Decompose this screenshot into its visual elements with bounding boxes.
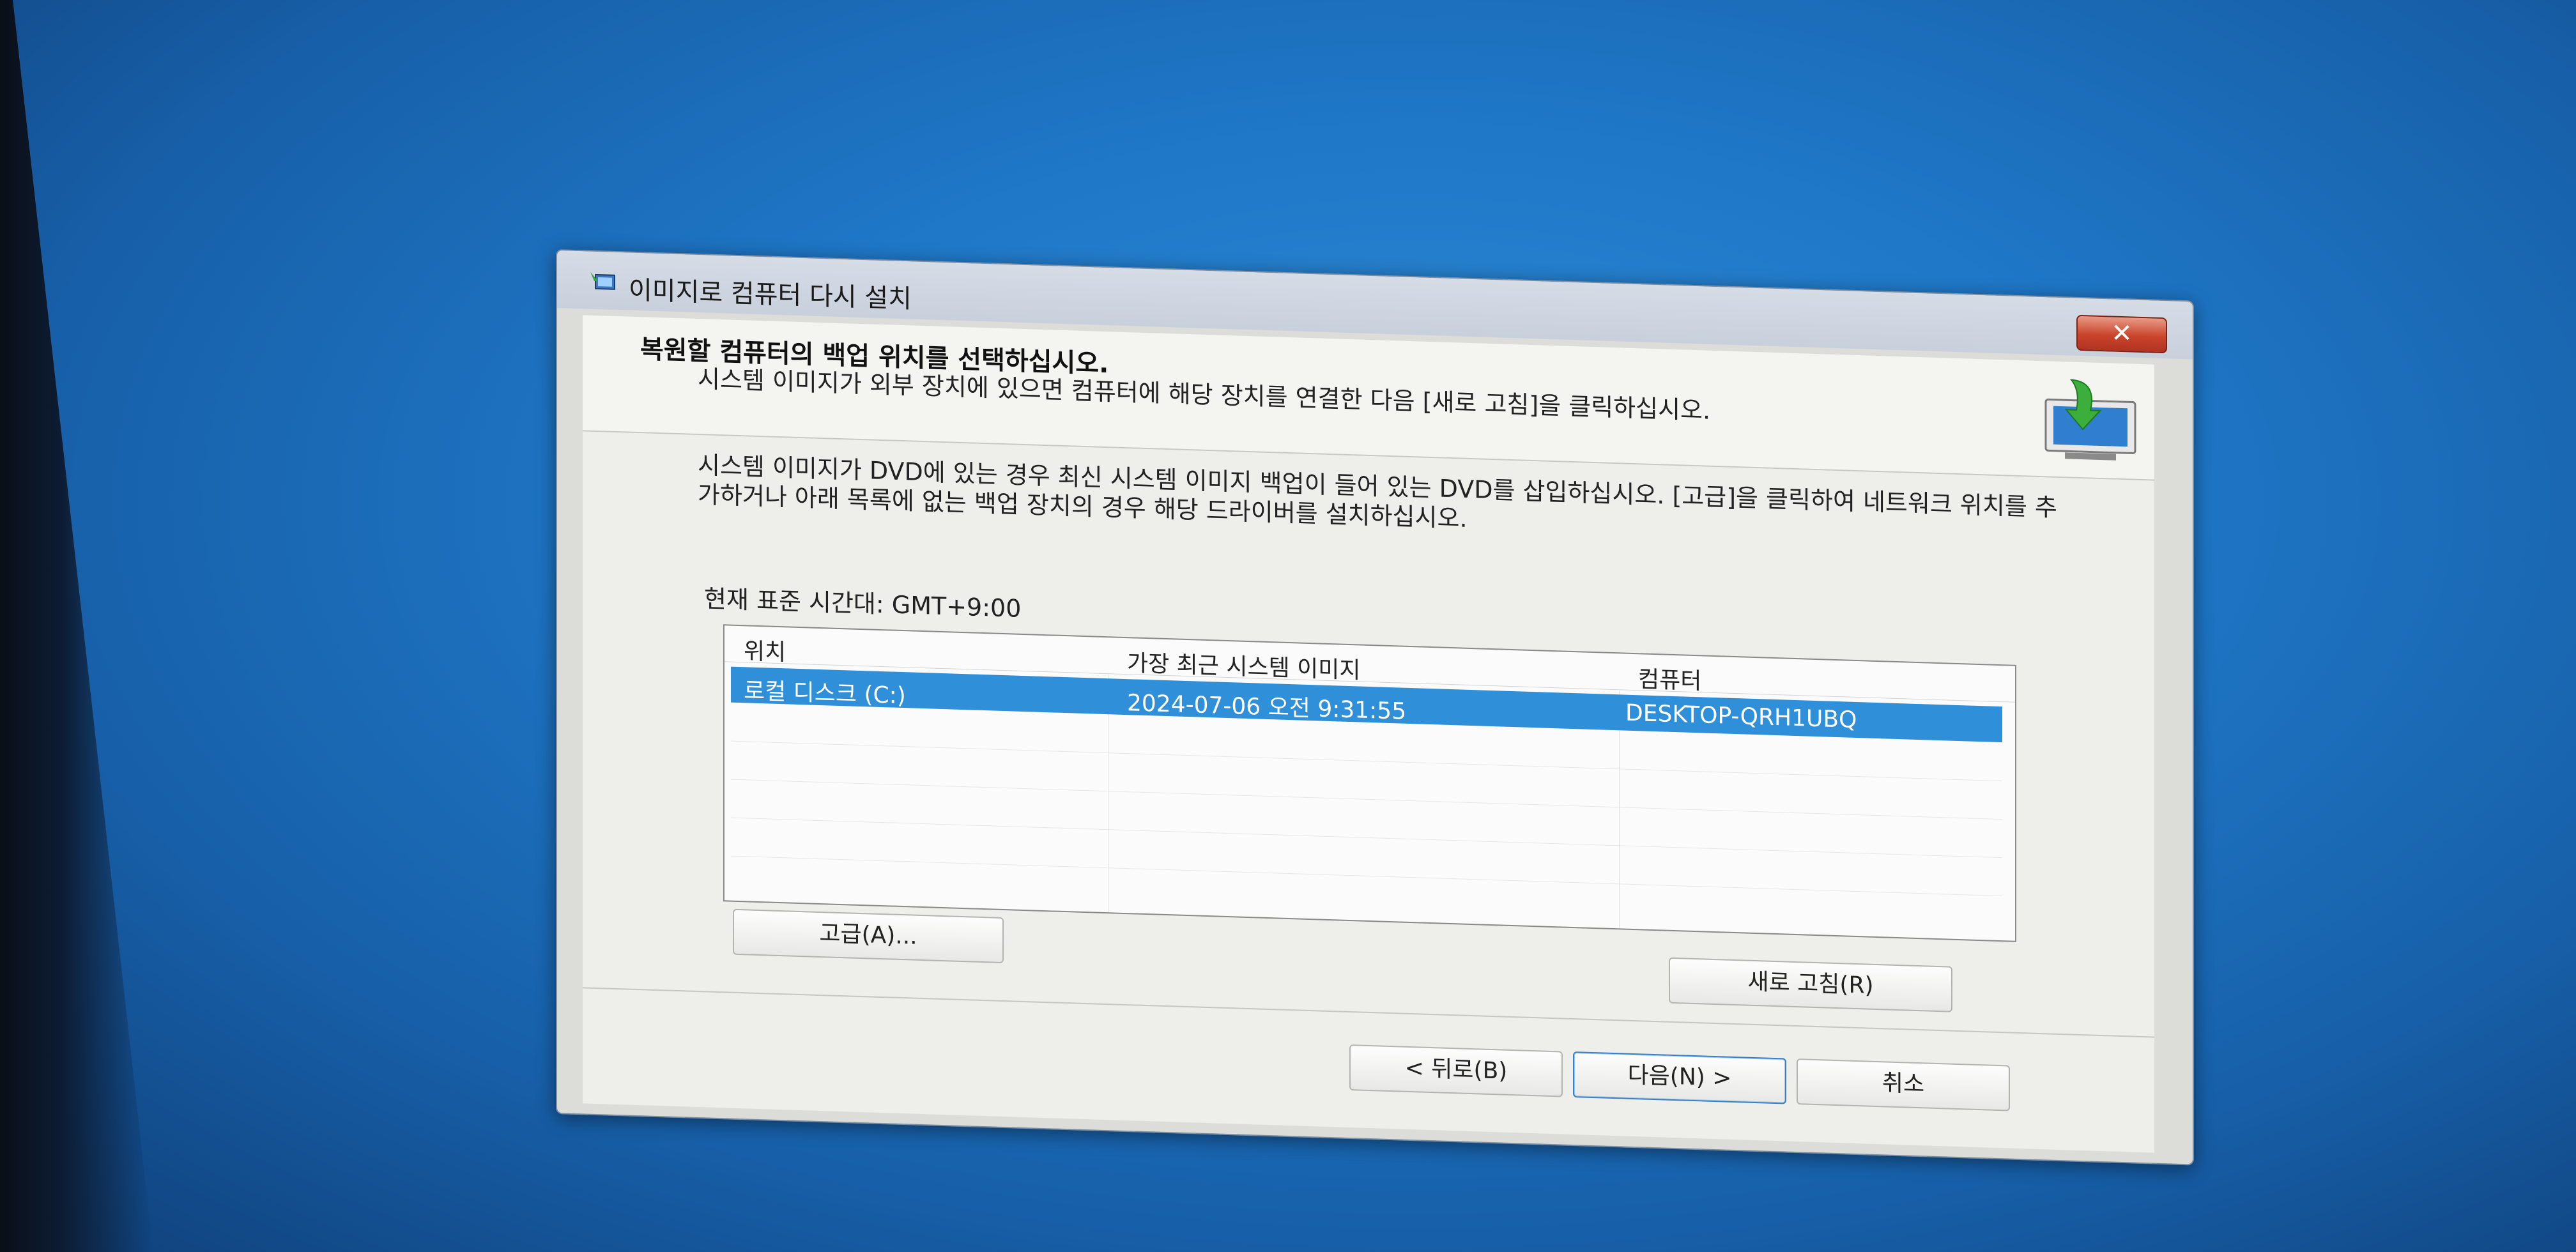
system-image-recovery-dialog: 이미지로 컴퓨터 다시 설치 ✕ 복원할 컴퓨터의 백업 위치를 선택하십시오.… [556, 249, 2194, 1166]
row-separator [731, 855, 2002, 897]
row-separator [731, 817, 2002, 859]
row-separator [731, 779, 2002, 820]
row-separator [731, 740, 2002, 782]
page-subheading: 시스템 이미지가 외부 장치에 있으면 컴퓨터에 해당 장치를 연결한 다음 [… [698, 364, 1711, 425]
refresh-button[interactable]: 새로 고침(R) [1669, 957, 1952, 1012]
cell-computer: DESKTOP-QRH1UBQ [1625, 699, 1857, 733]
back-button[interactable]: < 뒤로(B) [1349, 1044, 1563, 1097]
restore-image-icon [590, 271, 615, 290]
backup-location-list[interactable]: 위치 가장 최근 시스템 이미지 컴퓨터 로컬 디스크 (C:) 2024-07… [723, 624, 2016, 942]
advanced-button[interactable]: 고급(A)... [733, 908, 1004, 964]
next-button[interactable]: 다음(N) > [1573, 1051, 1786, 1104]
timezone-label: 현재 표준 시간대: GMT+9:00 [704, 584, 1022, 623]
backup-restore-monitor-icon [2044, 379, 2136, 461]
close-button[interactable]: ✕ [2076, 314, 2167, 354]
column-header-latest-image[interactable]: 가장 최근 시스템 이미지 [1127, 645, 1361, 685]
column-header-location[interactable]: 위치 [744, 632, 786, 667]
cell-location: 로컬 디스크 (C:) [744, 678, 906, 710]
cell-latest-image: 2024-07-06 오전 9:31:55 [1127, 690, 1407, 725]
window-title: 이미지로 컴퓨터 다시 설치 [629, 275, 912, 314]
column-header-computer[interactable]: 컴퓨터 [1638, 660, 1701, 696]
cancel-button[interactable]: 취소 [1797, 1058, 2010, 1111]
screen-bezel-edge [0, 0, 153, 1252]
wizard-content: 시스템 이미지가 DVD에 있는 경우 최신 시스템 이미지 백업이 들어 있는… [583, 431, 2154, 1037]
